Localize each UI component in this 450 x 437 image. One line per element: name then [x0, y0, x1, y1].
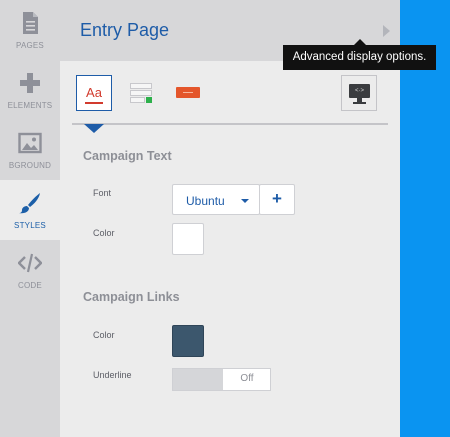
layout-style-tab[interactable]	[124, 75, 160, 111]
sidebar-item-label: CODE	[18, 281, 42, 290]
monitor-icon: <·>	[349, 84, 370, 98]
layout-icon-row	[130, 97, 145, 103]
text-underline-mark	[85, 102, 103, 104]
button-icon-line	[183, 92, 193, 93]
page-icon	[23, 12, 38, 34]
text-color-swatch[interactable]	[172, 223, 204, 255]
campaign-text-heading: Campaign Text	[83, 149, 172, 163]
text-style-icon: Aa	[86, 85, 102, 100]
layout-icon-dot	[146, 97, 152, 103]
sidebar-item-label: STYLES	[14, 221, 46, 230]
brush-icon	[19, 193, 40, 214]
sidebar-item-label: ELEMENTS	[7, 101, 53, 110]
sidebar-item-label: BGROUND	[8, 161, 52, 170]
image-icon	[18, 132, 42, 154]
chevron-right-icon[interactable]	[383, 25, 390, 37]
tooltip: Advanced display options.	[283, 45, 436, 70]
font-label: Font	[93, 188, 112, 198]
link-color-swatch[interactable]	[172, 325, 204, 357]
advanced-display-button[interactable]: <·>	[341, 75, 377, 111]
divider	[72, 123, 388, 125]
sidebar: PAGES ELEMENTS BGROUND STYLES CODE	[0, 0, 60, 437]
text-color-label: Color	[93, 228, 115, 238]
sidebar-item-label: PAGES	[16, 41, 44, 50]
layout-icon-row	[130, 90, 152, 96]
campaign-links-heading: Campaign Links	[83, 290, 180, 304]
sidebar-item-elements[interactable]: ELEMENTS	[0, 60, 60, 120]
sidebar-item-background[interactable]: BGROUND	[0, 120, 60, 180]
font-select-value: Ubuntu	[186, 194, 225, 208]
caret-down-icon	[241, 199, 249, 203]
active-tab-pointer	[84, 124, 104, 133]
monitor-base	[353, 102, 366, 104]
text-style-tab[interactable]: Aa	[76, 75, 112, 111]
plus-icon	[20, 73, 40, 93]
sidebar-item-pages[interactable]: PAGES	[0, 0, 60, 60]
toggle-knob	[173, 369, 223, 390]
font-select[interactable]: Ubuntu	[172, 184, 260, 215]
page-title[interactable]: Entry Page	[80, 20, 169, 41]
underline-label: Underline	[93, 370, 132, 380]
underline-toggle[interactable]: Off	[172, 368, 271, 391]
add-font-button[interactable]: +	[259, 184, 295, 215]
layout-icon	[130, 83, 152, 89]
sidebar-item-styles[interactable]: STYLES	[0, 180, 60, 240]
sidebar-item-code[interactable]: CODE	[0, 240, 60, 300]
button-style-tab[interactable]	[170, 75, 206, 111]
link-color-label: Color	[93, 330, 115, 340]
underline-toggle-value: Off	[240, 373, 254, 384]
code-icon	[18, 253, 42, 273]
